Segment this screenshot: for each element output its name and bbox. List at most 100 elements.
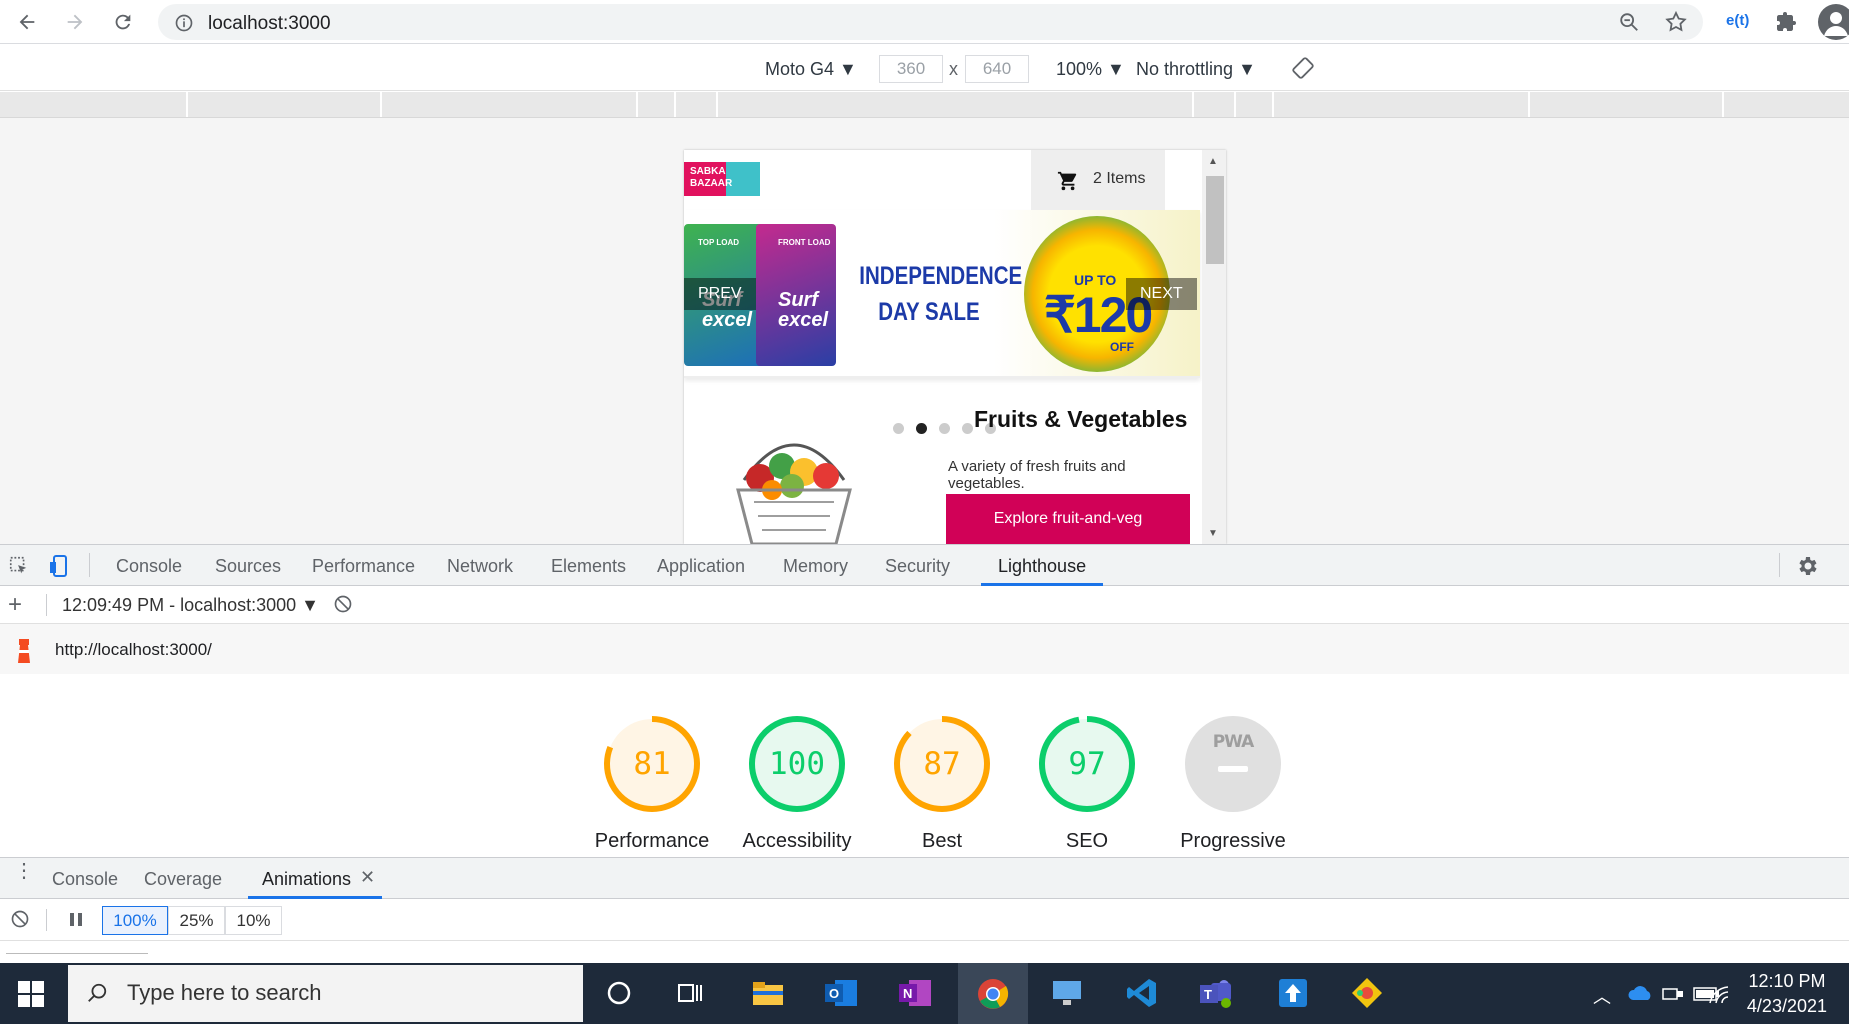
score-gauge-performance[interactable]: 81 bbox=[602, 714, 702, 814]
reload-icon[interactable] bbox=[109, 8, 137, 36]
tab-lighthouse[interactable]: Lighthouse bbox=[998, 556, 1086, 577]
tab-application[interactable]: Application bbox=[657, 556, 745, 577]
show-hidden-icons-icon[interactable]: ︿ bbox=[1593, 983, 1611, 1009]
emulated-device-screen: SABKA BAZAAR 2 Items TOP LOAD Surf excel… bbox=[684, 150, 1226, 544]
info-icon[interactable] bbox=[174, 13, 194, 38]
category-card: Fruits & Vegetables A variety of fresh f… bbox=[684, 378, 1200, 544]
offer-carousel: TOP LOAD Surf excel FRONT LOAD Surf exce… bbox=[684, 210, 1200, 378]
score-gauge-best[interactable]: 87 bbox=[892, 714, 992, 814]
devtools-tab-bar: Console Sources Performance Network Elem… bbox=[0, 544, 1849, 586]
forward-icon[interactable] bbox=[61, 8, 89, 36]
device-scrollbar[interactable]: ▲ ▼ bbox=[1202, 150, 1226, 544]
cart-icon bbox=[1057, 170, 1079, 197]
score-label: Accessibility bbox=[742, 830, 852, 852]
system-clock[interactable]: 12:10 PM 4/23/2021 bbox=[1747, 969, 1827, 1019]
clear-reports-icon[interactable] bbox=[333, 594, 353, 619]
svg-text:N: N bbox=[903, 986, 912, 1001]
url-text[interactable]: localhost:3000 bbox=[208, 13, 331, 35]
width-input[interactable]: 360 bbox=[879, 55, 943, 83]
bookmark-star-icon[interactable] bbox=[1664, 10, 1688, 39]
score-gauge-seo[interactable]: 97 bbox=[1037, 714, 1137, 814]
tab-security[interactable]: Security bbox=[885, 556, 950, 577]
cart-count-label: 2 Items bbox=[1093, 170, 1146, 187]
teams-icon[interactable]: T bbox=[1196, 973, 1236, 1013]
chrome-icon[interactable] bbox=[958, 963, 1028, 1024]
rotate-icon[interactable] bbox=[1291, 56, 1315, 85]
device-select[interactable]: Moto G4 ▼ bbox=[765, 59, 857, 80]
carousel-next-button[interactable]: NEXT bbox=[1126, 278, 1197, 310]
windows-taskbar: Type here to search O N T ︿ 12:10 PM 4/2… bbox=[0, 963, 1849, 1024]
speed-10-button[interactable]: 10% bbox=[225, 906, 282, 935]
extension-icon[interactable]: e(t) bbox=[1726, 12, 1749, 29]
tab-network[interactable]: Network bbox=[447, 556, 513, 577]
file-explorer-icon[interactable] bbox=[748, 973, 788, 1013]
usb-device-icon[interactable] bbox=[1661, 985, 1685, 1008]
tab-performance[interactable]: Performance bbox=[312, 556, 415, 577]
browser-toolbar: localhost:3000 e(t) bbox=[0, 0, 1849, 44]
settings-gear-icon[interactable] bbox=[1795, 554, 1819, 583]
score-label: SEO bbox=[1065, 830, 1109, 852]
clock-time: 12:10 PM bbox=[1748, 971, 1826, 991]
scroll-down-icon[interactable]: ▼ bbox=[1208, 528, 1218, 539]
extensions-puzzle-icon[interactable] bbox=[1774, 10, 1798, 39]
throttling-select[interactable]: No throttling ▼ bbox=[1136, 59, 1256, 80]
score-gauge-accessibility[interactable]: 100 bbox=[747, 714, 847, 814]
animations-toolbar: 100% 25% 10% bbox=[0, 899, 1849, 941]
report-url-bar: http://localhost:3000/ bbox=[0, 624, 1849, 674]
zoom-icon[interactable] bbox=[1618, 11, 1640, 38]
report-select[interactable]: 12:09:49 PM - localhost:3000 ▼ bbox=[62, 595, 319, 616]
back-icon[interactable] bbox=[13, 8, 41, 36]
vscode-icon[interactable] bbox=[1122, 973, 1162, 1013]
cart-button[interactable]: 2 Items bbox=[1031, 150, 1165, 210]
profile-avatar-icon[interactable] bbox=[1818, 4, 1849, 40]
svg-text:T: T bbox=[1204, 987, 1212, 1002]
drawer-tab-console[interactable]: Console bbox=[52, 869, 118, 890]
remote-desktop-icon[interactable] bbox=[1048, 973, 1088, 1013]
tab-console[interactable]: Console bbox=[116, 556, 182, 577]
new-report-icon[interactable]: + bbox=[8, 591, 22, 619]
tab-elements[interactable]: Elements bbox=[551, 556, 626, 577]
score-value: PWA bbox=[1212, 732, 1255, 752]
sourcetree-icon[interactable] bbox=[1347, 973, 1387, 1013]
carousel-prev-button[interactable]: PREV bbox=[684, 278, 756, 310]
device-toolbar: Moto G4 ▼ 360 x 640 100% ▼ No throttling… bbox=[0, 45, 1849, 91]
outlook-icon[interactable]: O bbox=[822, 973, 862, 1013]
zoom-select[interactable]: 100% ▼ bbox=[1056, 59, 1125, 80]
media-query-ruler[interactable] bbox=[0, 92, 1849, 118]
sale-headline: INDEPENDENCE DAY SALE bbox=[859, 262, 1023, 326]
speed-25-button[interactable]: 25% bbox=[168, 906, 225, 935]
explore-category-button[interactable]: Explore fruit-and-veg bbox=[946, 494, 1190, 544]
cortana-icon[interactable] bbox=[599, 973, 639, 1013]
close-drawer-tab-icon[interactable]: ✕ bbox=[360, 867, 375, 888]
tab-sources[interactable]: Sources bbox=[215, 556, 281, 577]
speed-100-button[interactable]: 100% bbox=[102, 906, 168, 935]
drawer-tab-coverage[interactable]: Coverage bbox=[144, 869, 222, 890]
onenote-icon[interactable]: N bbox=[896, 973, 936, 1013]
inspect-element-icon[interactable] bbox=[8, 555, 30, 582]
lighthouse-report: 81 Performance 100 Accessibility 87 Best 97 SEO… bbox=[0, 674, 1849, 857]
upload-app-icon[interactable] bbox=[1273, 973, 1313, 1013]
drawer-menu-icon[interactable]: ⋮ bbox=[14, 861, 34, 881]
drawer-tab-animations[interactable]: Animations bbox=[262, 869, 351, 890]
score-label: Progressive bbox=[1180, 830, 1286, 852]
wifi-icon[interactable] bbox=[1708, 983, 1730, 1010]
search-placeholder: Type here to search bbox=[127, 980, 322, 1005]
address-bar[interactable]: localhost:3000 bbox=[158, 4, 1703, 40]
taskbar-search-box[interactable]: Type here to search bbox=[68, 965, 583, 1022]
scroll-up-icon[interactable]: ▲ bbox=[1208, 156, 1218, 167]
site-logo[interactable]: SABKA BAZAAR bbox=[684, 162, 760, 196]
windows-start-icon[interactable] bbox=[18, 981, 44, 1012]
onedrive-icon[interactable] bbox=[1627, 985, 1653, 1006]
pause-all-icon[interactable] bbox=[68, 912, 84, 933]
scrollbar-thumb[interactable] bbox=[1206, 176, 1224, 264]
score-value: 97 bbox=[1068, 746, 1106, 782]
device-toggle-icon[interactable] bbox=[48, 554, 72, 583]
height-input[interactable]: 640 bbox=[965, 55, 1029, 83]
task-view-icon[interactable] bbox=[670, 973, 710, 1013]
score-gauge-progressive[interactable]: PWA bbox=[1183, 714, 1283, 814]
tab-memory[interactable]: Memory bbox=[783, 556, 848, 577]
report-url[interactable]: http://localhost:3000/ bbox=[55, 640, 212, 660]
svg-text:O: O bbox=[829, 986, 839, 1001]
search-icon bbox=[86, 982, 108, 1010]
clear-animations-icon[interactable] bbox=[10, 909, 30, 934]
